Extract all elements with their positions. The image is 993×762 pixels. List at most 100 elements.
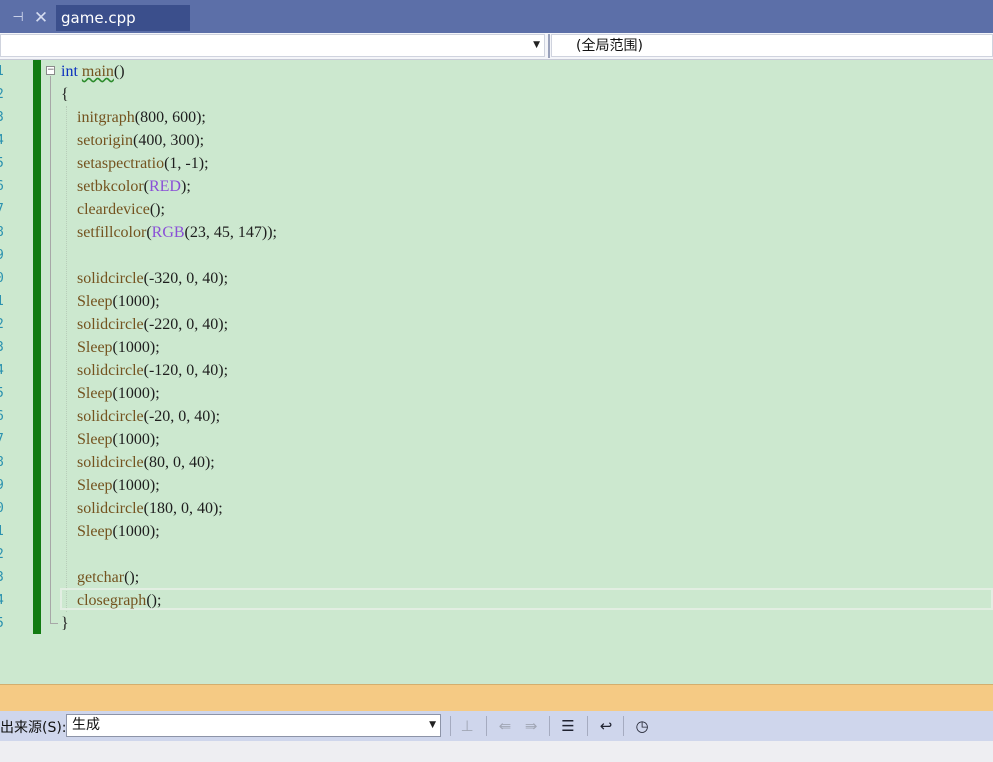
code-line[interactable]: Sleep(1000);	[61, 520, 160, 543]
line-number: 1	[0, 520, 4, 543]
line-number: 6	[0, 175, 4, 198]
document-tab-bar: ⊣ ✕ game.cpp	[0, 0, 993, 33]
fold-guide	[50, 76, 51, 624]
function-token: cleardevice	[77, 201, 150, 218]
previous-message-icon[interactable]: ⇚	[494, 715, 516, 737]
code-token: ();	[146, 592, 162, 609]
code-line[interactable]: closegraph();	[61, 589, 161, 612]
toolbar-separator	[450, 716, 451, 736]
line-number: 2	[0, 313, 4, 336]
code-line[interactable]: setaspectratio(1, -1);	[61, 152, 209, 175]
chevron-down-icon: ▼	[429, 720, 436, 730]
function-token: getchar	[77, 569, 125, 586]
code-line[interactable]: Sleep(1000);	[61, 290, 160, 313]
code-line[interactable]: {	[61, 83, 69, 106]
output-source-select[interactable]: 生成 ▼	[66, 714, 441, 737]
code-editor[interactable]: 1234567890123456789012345 − int main(){ …	[0, 60, 993, 684]
function-token: main	[81, 63, 114, 80]
line-number: 4	[0, 589, 4, 612]
find-message-icon[interactable]: ⊥	[456, 715, 478, 737]
code-token: (1000);	[112, 431, 160, 448]
next-message-icon[interactable]: ⇛	[520, 715, 542, 737]
code-line[interactable]: solidcircle(80, 0, 40);	[61, 451, 215, 474]
word-wrap-icon[interactable]: ↩	[595, 715, 617, 737]
code-token: (-20, 0, 40);	[143, 408, 221, 425]
toolbar-separator	[623, 716, 624, 736]
code-token: ();	[149, 201, 165, 218]
code-line[interactable]: Sleep(1000);	[61, 428, 160, 451]
code-line[interactable]: solidcircle(-120, 0, 40);	[61, 359, 228, 382]
project-scope-dropdown[interactable]: ▼	[0, 34, 545, 57]
output-toolbar: 出来源(S): 生成 ▼ ⊥ ⇚ ⇛ ☰ ↩ ◷	[0, 711, 993, 741]
line-number: 1	[0, 60, 4, 83]
line-number: 6	[0, 405, 4, 428]
change-tracking-bar	[33, 60, 41, 634]
line-number: 7	[0, 428, 4, 451]
line-number: 2	[0, 83, 4, 106]
output-source-label: 出来源(S):	[0, 720, 67, 736]
member-scope-dropdown[interactable]: (全局范围)	[551, 34, 993, 57]
line-number: 5	[0, 382, 4, 405]
navigation-bar: ▼ (全局范围)	[0, 33, 993, 60]
code-line[interactable]: solidcircle(-220, 0, 40);	[61, 313, 228, 336]
code-line[interactable]: setorigin(400, 300);	[61, 129, 204, 152]
code-token: (1000);	[112, 293, 160, 310]
code-token: }	[61, 615, 69, 632]
collapse-icon[interactable]: −	[46, 66, 55, 75]
code-token: (1000);	[112, 385, 160, 402]
code-token: ();	[124, 569, 140, 586]
line-number: 0	[0, 267, 4, 290]
function-token: setorigin	[77, 132, 133, 149]
code-token: (400, 300);	[133, 132, 205, 149]
code-line[interactable]: solidcircle(-20, 0, 40);	[61, 405, 220, 428]
code-line[interactable]: Sleep(1000);	[61, 474, 160, 497]
code-line[interactable]: Sleep(1000);	[61, 336, 160, 359]
line-number: 0	[0, 497, 4, 520]
clear-all-icon[interactable]: ☰	[557, 715, 579, 737]
timestamp-clock-icon[interactable]: ◷	[631, 715, 653, 737]
line-number: 9	[0, 474, 4, 497]
toolbar-separator	[549, 716, 550, 736]
code-line[interactable]: Sleep(1000);	[61, 382, 160, 405]
macro-token: RED	[148, 178, 181, 195]
code-line[interactable]: int main()	[61, 60, 125, 83]
code-line[interactable]: solidcircle(180, 0, 40);	[61, 497, 223, 520]
function-token: solidcircle	[77, 362, 144, 379]
code-line[interactable]: solidcircle(-320, 0, 40);	[61, 267, 228, 290]
code-token: (-220, 0, 40);	[143, 316, 229, 333]
function-token: Sleep	[77, 339, 113, 356]
code-token: (23, 45, 147));	[184, 224, 277, 241]
code-line[interactable]: setfillcolor(RGB(23, 45, 147));	[61, 221, 277, 244]
tab-game-cpp[interactable]: game.cpp	[56, 5, 190, 31]
code-line[interactable]: }	[61, 612, 69, 635]
close-icon[interactable]: ✕	[31, 5, 51, 31]
code-token: (180, 0, 40);	[143, 500, 223, 517]
line-number: 5	[0, 152, 4, 175]
code-line[interactable]: initgraph(800, 600);	[61, 106, 206, 129]
pin-icon[interactable]: ⊣	[8, 5, 28, 31]
code-line[interactable]: getchar();	[61, 566, 139, 589]
current-line-highlight	[60, 588, 993, 610]
code-line[interactable]: setbkcolor(RED);	[61, 175, 191, 198]
line-number: 4	[0, 359, 4, 382]
code-line[interactable]: cleardevice();	[61, 198, 165, 221]
function-token: solidcircle	[77, 454, 144, 471]
code-token: (1000);	[112, 477, 160, 494]
code-token: );	[180, 178, 191, 195]
function-token: setaspectratio	[77, 155, 165, 172]
function-token: Sleep	[77, 431, 113, 448]
code-token: {	[61, 86, 69, 103]
toolbar-separator	[587, 716, 588, 736]
